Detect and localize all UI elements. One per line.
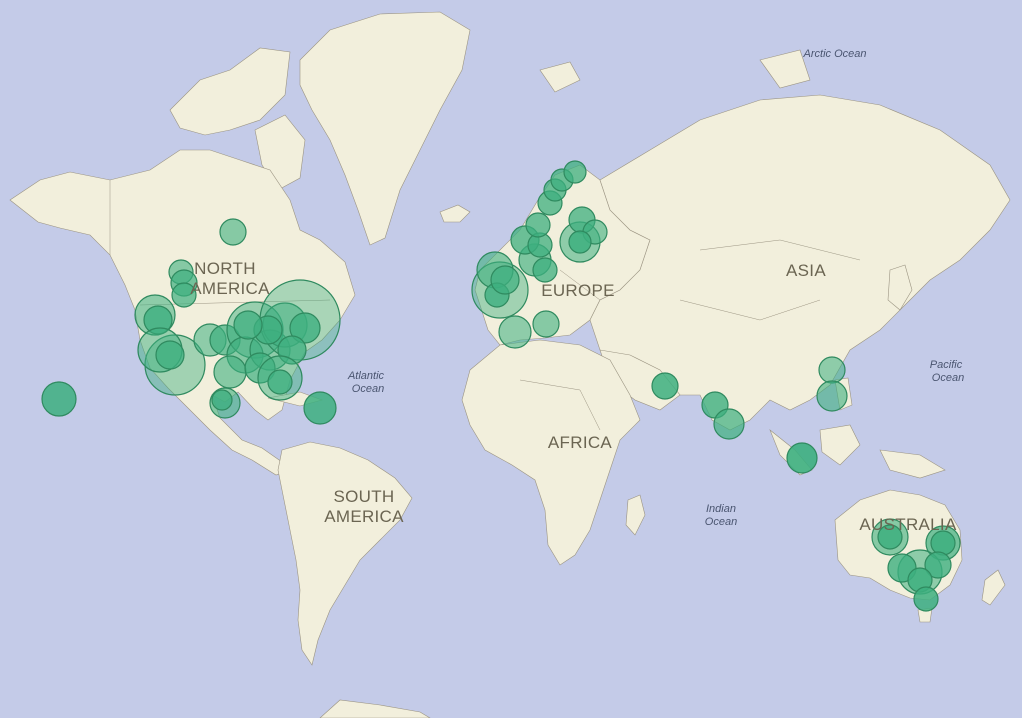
map-bubble[interactable] [568, 230, 592, 254]
label-indian-1: Indian [706, 503, 736, 515]
map-bubble[interactable] [490, 265, 520, 295]
map-bubble[interactable] [233, 310, 263, 340]
map-bubble[interactable] [219, 218, 247, 246]
map-bubble[interactable] [563, 160, 587, 184]
label-pacific-1: Pacific [930, 359, 963, 371]
label-arctic-ocean: Arctic Ocean [803, 48, 867, 60]
map-bubble[interactable] [913, 586, 939, 612]
map-bubble[interactable] [303, 391, 337, 425]
map-bubble[interactable] [930, 530, 956, 556]
label-australia: AUSTRALIA [859, 515, 957, 534]
label-pacific-2: Ocean [932, 372, 964, 384]
label-indian-2: Ocean [705, 516, 737, 528]
label-north-america-2: AMERICA [190, 279, 270, 298]
map-bubble[interactable] [525, 212, 551, 238]
label-south-america-1: SOUTH [334, 487, 395, 506]
label-atlantic-2: Ocean [352, 383, 384, 395]
map-bubble[interactable] [818, 356, 846, 384]
world-map[interactable]: NORTH AMERICA SOUTH AMERICA EUROPE ASIA … [0, 0, 1022, 718]
map-bubble[interactable] [211, 389, 233, 411]
label-atlantic-1: Atlantic [347, 370, 385, 382]
map-bubble[interactable] [651, 372, 679, 400]
label-europe: EUROPE [541, 281, 615, 300]
label-asia: ASIA [786, 261, 826, 280]
map-bubble[interactable] [532, 310, 560, 338]
map-bubble[interactable] [498, 315, 532, 349]
map-bubble[interactable] [713, 408, 745, 440]
label-africa: AFRICA [548, 433, 612, 452]
map-bubble[interactable] [213, 355, 247, 389]
map-bubble[interactable] [786, 442, 818, 474]
map-bubble[interactable] [267, 369, 293, 395]
map-bubble[interactable] [155, 340, 185, 370]
map-bubble[interactable] [532, 257, 558, 283]
map-bubble[interactable] [41, 381, 77, 417]
label-north-america-1: NORTH [194, 259, 256, 278]
map-bubble[interactable] [816, 380, 848, 412]
label-south-america-2: AMERICA [324, 507, 404, 526]
